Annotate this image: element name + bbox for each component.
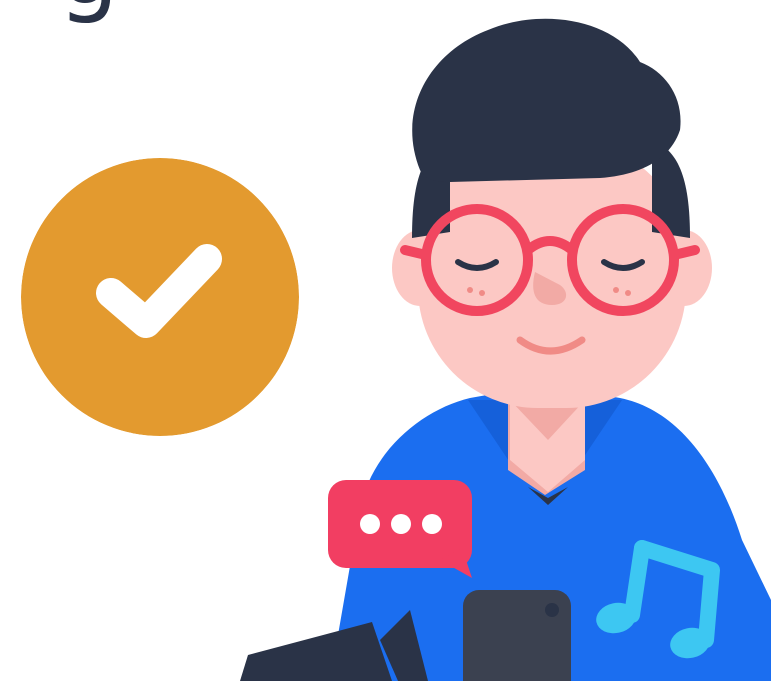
- person-illustration: [240, 18, 771, 681]
- illustration-stage: g: [0, 0, 771, 681]
- chat-bubble-ellipsis-icon: [328, 480, 472, 578]
- hair: [412, 18, 681, 182]
- video-camera-icon: [240, 610, 428, 681]
- smartphone-icon: [463, 590, 571, 681]
